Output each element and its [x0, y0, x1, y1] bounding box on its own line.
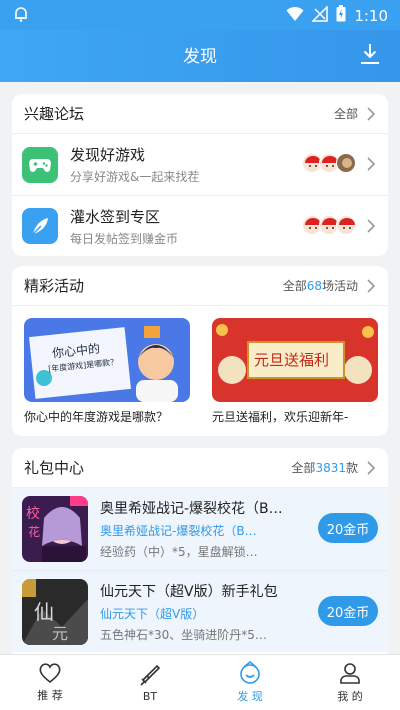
- section-title: 精彩活动: [24, 277, 85, 295]
- heart-icon: [39, 663, 61, 684]
- gifts-more-link[interactable]: 全部3831款: [291, 459, 376, 476]
- tab-mine[interactable]: 我 的: [300, 655, 400, 710]
- event-card[interactable]: 你心中的 [年度游戏]是哪款？ 你心中的年度游戏是哪款？: [24, 318, 190, 425]
- forum-item-checkin[interactable]: 灌水签到专区 每日发帖签到赚金币: [12, 195, 388, 256]
- svg-text:元: 元: [52, 624, 68, 643]
- forum-more-link[interactable]: 全部: [334, 105, 376, 122]
- forum-item-title: 发现好游戏: [70, 146, 146, 164]
- avatar: [336, 153, 356, 173]
- status-bar: 1:10: [0, 0, 400, 30]
- svg-text:花: 花: [28, 524, 40, 539]
- chevron-right-icon: [367, 106, 376, 121]
- person-icon: [340, 663, 360, 684]
- claim-button[interactable]: 20金币: [318, 513, 378, 543]
- chevron-right-icon: [367, 219, 376, 233]
- forum-item-subtitle: 每日发帖签到赚金币: [70, 231, 179, 246]
- gift-game-name: 奥里希娅战记-爆裂校花（B…: [100, 524, 257, 538]
- more-label: 全部: [333, 107, 358, 121]
- notification-icon: [12, 5, 30, 27]
- forum-item-title: 灌水签到专区: [70, 207, 161, 226]
- forum-section: 兴趣论坛 全部 发现好游戏 分享好游戏&一起来找茬 灌水签到专区 每日发帖签到赚…: [12, 94, 388, 256]
- events-section: 精彩活动 全部68场活动 你心中的 [年度游戏]是哪款？ 你心中的年度游戏是哪款…: [12, 266, 388, 436]
- forum-item-games[interactable]: 发现好游戏 分享好游戏&一起来找茬: [12, 134, 388, 195]
- member-avatars: [302, 153, 356, 173]
- svg-text:校: 校: [26, 505, 40, 522]
- svg-text:仙: 仙: [34, 600, 54, 624]
- download-icon[interactable]: [360, 43, 380, 69]
- member-avatars: [302, 215, 356, 235]
- tab-label: BT: [142, 689, 158, 703]
- events-header[interactable]: 精彩活动 全部68场活动: [12, 266, 388, 306]
- tab-recommend[interactable]: 推 荐: [0, 655, 100, 710]
- status-time: 1:10: [354, 6, 388, 25]
- tab-label: 我 的: [337, 690, 363, 703]
- gift-item[interactable]: 校 花 奥里希娅战记-爆裂校花（B… 奥里希娅战记-爆裂校花（B… 经验药（中）…: [12, 488, 388, 570]
- game-cover-image: 仙 元: [22, 578, 88, 645]
- feather-icon: [22, 208, 58, 244]
- forum-item-subtitle: 分享好游戏&一起来找茬: [70, 170, 200, 184]
- more-label: 全部68场活动: [282, 279, 358, 293]
- chevron-right-icon: [367, 278, 376, 293]
- gift-title: 仙元天下（超V版）新手礼包: [100, 583, 278, 600]
- tab-label: 推 荐: [37, 689, 63, 702]
- event-card[interactable]: 元旦送福利 元旦送福利，欢乐迎新年-: [212, 318, 378, 425]
- banner-title: 元旦送福利: [254, 351, 330, 369]
- signal-icon: [311, 4, 329, 26]
- bottom-tab-bar: 推 荐 BT 发 现 我 的: [0, 654, 400, 710]
- sword-icon: [140, 664, 161, 686]
- event-banner-image: 你心中的 [年度游戏]是哪款？: [24, 318, 190, 402]
- gift-title: 奥里希娅战记-爆裂校花（B…: [100, 501, 283, 517]
- section-title: 礼包中心: [24, 459, 85, 477]
- event-caption: 你心中的年度游戏是哪款？: [24, 410, 169, 424]
- gift-game-name: 仙元天下（超V版）: [100, 606, 205, 621]
- tab-bt[interactable]: BT: [100, 655, 200, 710]
- gift-item[interactable]: 仙 元 仙元天下（超V版）新手礼包 仙元天下（超V版） 五色神石*30、坐骑进阶…: [12, 570, 388, 652]
- gamepad-icon: [22, 146, 58, 183]
- page-title: 发现: [183, 47, 217, 67]
- gifts-header[interactable]: 礼包中心 全部3831款: [12, 448, 388, 488]
- tab-label: 发 现: [237, 690, 263, 703]
- event-caption: 元旦送福利，欢乐迎新年-: [212, 410, 349, 424]
- forum-header[interactable]: 兴趣论坛 全部: [12, 94, 388, 134]
- app-header: 发现: [0, 30, 400, 82]
- wifi-icon: [286, 6, 304, 26]
- chevron-right-icon: [367, 157, 376, 171]
- claim-button[interactable]: 20金币: [318, 596, 378, 626]
- chevron-right-icon: [367, 460, 376, 475]
- events-more-link[interactable]: 全部68场活动: [283, 277, 376, 294]
- gift-description: 五色神石*30、坐骑进阶丹*5…: [100, 627, 267, 642]
- battery-icon: [336, 5, 346, 26]
- gifts-section: 礼包中心 全部3831款 校 花 奥里希娅战记-爆裂校花（B… 奥里希娅战记-爆…: [12, 448, 388, 658]
- gift-description: 经验药（中）*5，星盘解锁…: [100, 545, 258, 559]
- section-title: 兴趣论坛: [24, 105, 85, 123]
- avatar: [336, 215, 356, 235]
- game-cover-image: 校 花: [22, 496, 88, 562]
- tab-discover[interactable]: 发 现: [200, 655, 300, 710]
- more-label: 全部3831款: [291, 461, 358, 475]
- discover-icon: [240, 661, 260, 684]
- event-banner-image: 元旦送福利: [212, 318, 378, 402]
